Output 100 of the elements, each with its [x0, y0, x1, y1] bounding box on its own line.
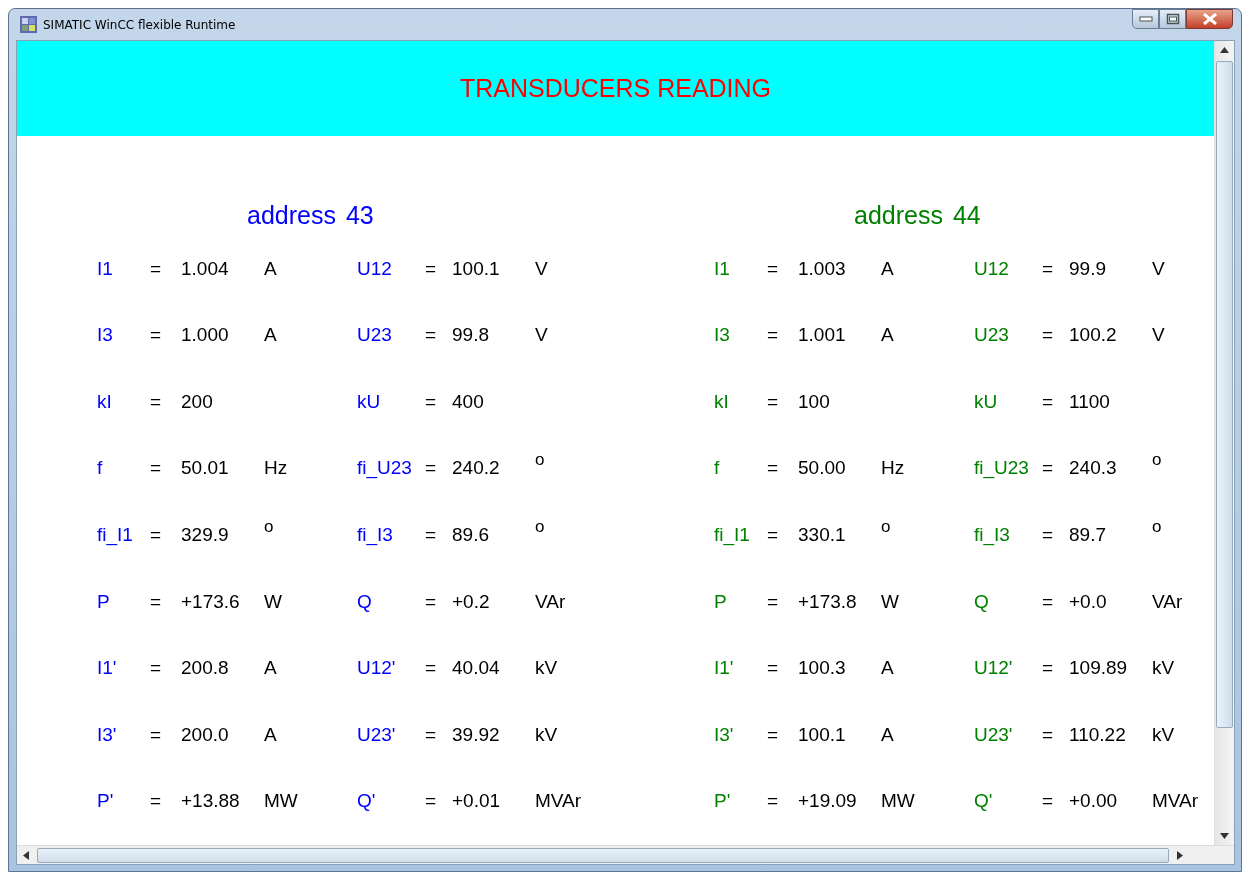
reading-value: 100.2: [1069, 324, 1118, 347]
unit-label: o: [1152, 457, 1162, 472]
equals-sign: =: [425, 723, 438, 746]
unit-label: A: [881, 257, 894, 280]
unit-label: A: [881, 657, 894, 680]
variable-name: U23: [357, 324, 393, 347]
equals-sign: =: [767, 657, 780, 680]
equals-sign: =: [767, 790, 780, 813]
equals-sign: =: [150, 390, 163, 413]
reading-value: 50.01: [181, 457, 230, 480]
address-label: address: [247, 201, 336, 231]
app-icon: [20, 16, 37, 33]
reading-value: 100: [798, 390, 831, 413]
close-icon: [1201, 13, 1218, 25]
equals-sign: =: [425, 590, 438, 613]
equals-sign: =: [767, 590, 780, 613]
unit-label: o: [535, 457, 545, 472]
reading-value: +0.2: [452, 590, 491, 613]
unit-label: MVAr: [1152, 790, 1199, 813]
unit-label: o: [535, 524, 545, 538]
unit-label: A: [881, 324, 894, 347]
variable-name: Q: [357, 590, 373, 613]
unit-label: kV: [535, 723, 558, 746]
address-number: 43: [345, 201, 374, 231]
reading-value: 39.92: [452, 723, 501, 746]
variable-name: U23': [974, 723, 1014, 746]
equals-sign: =: [150, 324, 163, 347]
unit-label: A: [881, 723, 894, 746]
reading-value: 329.9: [181, 524, 230, 547]
variable-name: kI: [97, 390, 113, 413]
reading-value: 89.6: [452, 524, 490, 547]
scroll-down-icon[interactable]: [1220, 833, 1229, 839]
maximize-icon: [1165, 13, 1180, 25]
variable-name: fi_U23: [357, 457, 413, 480]
reading-value: 89.7: [1069, 524, 1107, 547]
reading-value: 1.000: [181, 324, 230, 347]
variable-name: U23': [357, 723, 397, 746]
reading-value: +173.6: [181, 590, 241, 613]
unit-label: W: [881, 590, 899, 613]
variable-name: f: [714, 457, 721, 480]
equals-sign: =: [425, 324, 438, 347]
reading-value: 1.004: [181, 257, 230, 280]
variable-name: I3': [714, 723, 735, 746]
horizontal-scrollbar[interactable]: [17, 845, 1234, 864]
variable-name: U12: [974, 257, 1010, 280]
unit-label: V: [535, 257, 548, 280]
reading-value: 99.9: [1069, 257, 1107, 280]
variable-name: fi_I3: [357, 524, 394, 547]
equals-sign: =: [767, 723, 780, 746]
equals-sign: =: [425, 390, 438, 413]
variable-name: U23: [974, 324, 1010, 347]
vertical-scrollbar[interactable]: [1214, 41, 1234, 845]
equals-sign: =: [425, 457, 438, 480]
variable-name: fi_I3: [974, 524, 1011, 547]
equals-sign: =: [767, 524, 780, 547]
unit-label: V: [1152, 257, 1165, 280]
variable-name: U12': [974, 657, 1014, 680]
equals-sign: =: [150, 723, 163, 746]
unit-label: kV: [535, 657, 558, 680]
variable-name: P': [97, 790, 115, 813]
variable-name: I1': [97, 657, 118, 680]
scroll-left-icon[interactable]: [23, 850, 29, 860]
variable-name: P: [97, 590, 111, 613]
equals-sign: =: [150, 257, 163, 280]
reading-value: +173.8: [798, 590, 858, 613]
scroll-up-icon[interactable]: [1220, 47, 1229, 53]
variable-name: I3: [97, 324, 114, 347]
variable-name: fi_I1: [714, 524, 751, 547]
equals-sign: =: [150, 457, 163, 480]
unit-label: MW: [881, 790, 915, 813]
variable-name: Q': [974, 790, 994, 813]
unit-label: VAr: [1152, 590, 1183, 613]
unit-label: VAr: [535, 590, 566, 613]
equals-sign: =: [767, 257, 780, 280]
equals-sign: =: [425, 524, 438, 547]
maximize-button[interactable]: [1159, 9, 1186, 29]
reading-value: 330.1: [798, 524, 847, 547]
reading-value: +0.0: [1069, 590, 1108, 613]
variable-name: P: [714, 590, 728, 613]
reading-value: 1.003: [798, 257, 847, 280]
unit-label: o: [881, 524, 891, 538]
reading-value: 400: [452, 390, 485, 413]
unit-label: kV: [1152, 723, 1175, 746]
reading-value: +13.88: [181, 790, 241, 813]
minimize-button[interactable]: [1132, 9, 1159, 29]
unit-label: A: [264, 657, 277, 680]
close-button[interactable]: [1186, 9, 1233, 29]
variable-name: kU: [357, 390, 382, 413]
equals-sign: =: [150, 790, 163, 813]
variable-name: kU: [974, 390, 999, 413]
unit-label: o: [264, 524, 274, 538]
reading-value: 100.1: [452, 257, 501, 280]
scrollbar-thumb[interactable]: [1216, 61, 1233, 728]
variable-name: I1: [714, 257, 731, 280]
variable-name: kI: [714, 390, 730, 413]
equals-sign: =: [150, 590, 163, 613]
scroll-right-icon[interactable]: [1177, 850, 1183, 860]
scrollbar-thumb[interactable]: [37, 847, 1169, 863]
unit-label: V: [535, 324, 548, 347]
equals-sign: =: [1042, 524, 1055, 547]
